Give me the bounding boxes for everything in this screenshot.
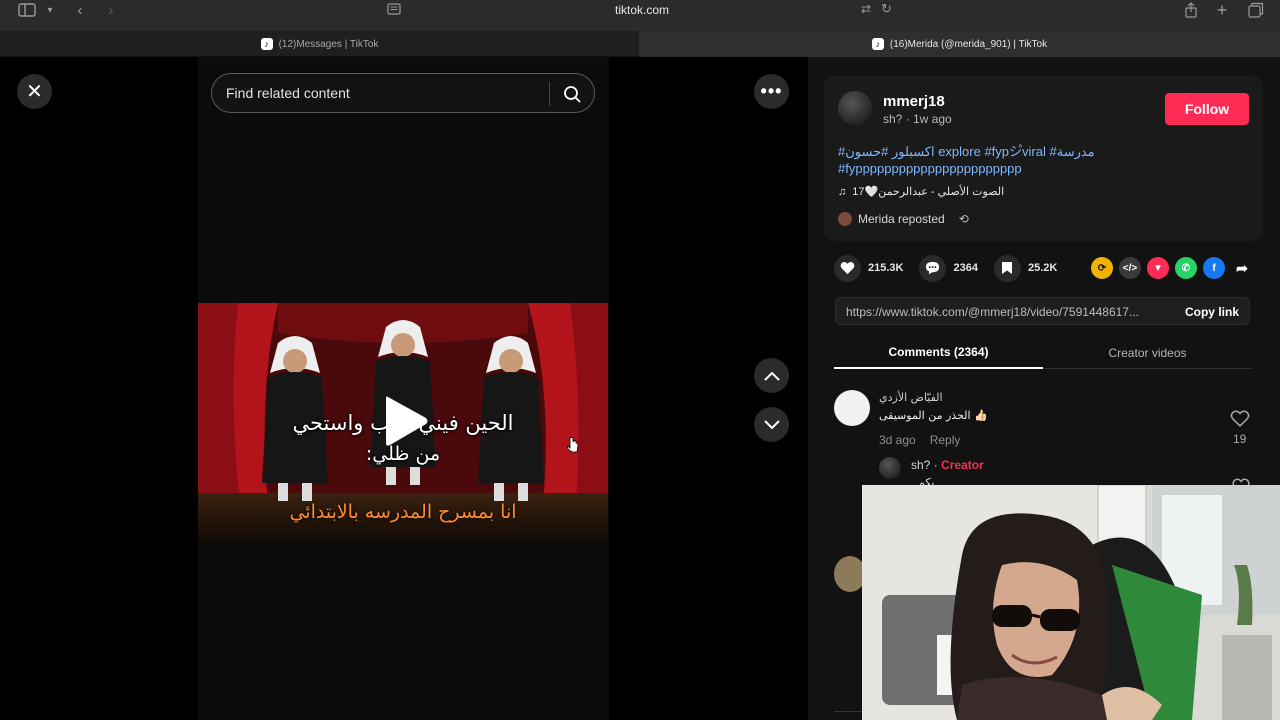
follow-button[interactable]: Follow: [1165, 93, 1249, 125]
save-button[interactable]: 25.2K: [993, 254, 1058, 282]
comment-icon: [919, 254, 947, 282]
repost-info: Merida reposted ⟲: [838, 210, 969, 228]
divider: [834, 711, 864, 712]
video-frame[interactable]: الحين فيني رغب واستحي من ظلي: انا بمسرح …: [198, 303, 608, 541]
repost-label: Merida reposted: [858, 212, 945, 226]
tab-messages[interactable]: ♪ (12)Messages | TikTok: [0, 31, 639, 57]
like-button[interactable]: 215.3K: [834, 254, 904, 282]
webcam-overlay: [862, 485, 1280, 720]
author-subtitle: sh? · 1w ago: [883, 112, 952, 126]
avatar[interactable]: [834, 390, 870, 426]
tab-title: (16)Merida (@merida_901) | TikTok: [889, 38, 1048, 50]
comment-author[interactable]: الفيّاض الأزدي: [879, 391, 943, 404]
tiktok-icon: ♪: [871, 38, 884, 50]
mouse-cursor-icon: [567, 437, 579, 453]
share-icon[interactable]: [1181, 0, 1201, 20]
comment-count: 2364: [953, 262, 978, 274]
chevron-down-icon[interactable]: ▾: [42, 0, 58, 20]
send-icon[interactable]: ▼: [1147, 257, 1169, 279]
video-link[interactable]: https://www.tiktok.com/@mmerj18/video/75…: [846, 305, 1164, 319]
facebook-icon[interactable]: f: [1203, 257, 1225, 279]
url-text: tiktok.com: [614, 3, 669, 17]
save-count: 25.2K: [1027, 262, 1058, 274]
copy-link-button[interactable]: Copy link: [1173, 298, 1251, 326]
tab-comments[interactable]: Comments (2364): [834, 337, 1043, 369]
repost-share-icon[interactable]: ⟳: [1091, 257, 1113, 279]
forward-icon[interactable]: ›: [101, 0, 121, 20]
browser-toolbar: ▾ ‹ › tiktok.com ⇄ ↻ +: [0, 0, 1280, 31]
translate-icon[interactable]: ⇄: [861, 2, 871, 16]
comment-text: الحذر من الموسيقى 👍🏻: [879, 409, 988, 422]
share-options: ⟳ </> ▼ ✆ f ➦: [1091, 257, 1253, 279]
reader-icon[interactable]: [387, 3, 401, 18]
creator-badge: Creator: [941, 458, 984, 472]
video-caption-bottom: انا بمسرح المدرسه بالابتدائي: [289, 501, 517, 523]
tab-merida[interactable]: ♪ (16)Merida (@merida_901) | TikTok: [639, 31, 1280, 57]
author-username[interactable]: mmerj18: [883, 93, 945, 110]
more-options-button[interactable]: •••: [754, 74, 789, 109]
search-divider: [549, 82, 550, 106]
close-button[interactable]: ✕: [17, 74, 52, 109]
tab-creator-videos[interactable]: Creator videos: [1043, 337, 1252, 369]
avatar[interactable]: [879, 457, 901, 479]
repost-icon: ⟲: [958, 212, 969, 226]
embed-icon[interactable]: </>: [1119, 257, 1141, 279]
search-icon[interactable]: [561, 83, 583, 105]
tiktok-icon: ♪: [260, 38, 273, 50]
tab-bar: ♪ (12)Messages | TikTok ♪ (16)Merida (@m…: [0, 31, 1280, 57]
chevron-up-icon: [763, 371, 780, 381]
whatsapp-icon[interactable]: ✆: [1175, 257, 1197, 279]
music-note-icon: ♫: [838, 185, 847, 198]
tab-overview-icon[interactable]: [1246, 0, 1266, 20]
engagement-bar: 215.3K 2364 25.2K: [834, 254, 1073, 282]
comment-button[interactable]: 2364: [919, 254, 978, 282]
video-link-field[interactable]: https://www.tiktok.com/@mmerj18/video/75…: [835, 297, 1250, 325]
next-video-button[interactable]: [754, 407, 789, 442]
back-icon[interactable]: ‹: [70, 0, 90, 20]
avatar: [838, 212, 852, 226]
chevron-down-icon: [763, 419, 780, 429]
comment-time: 3d ago: [879, 433, 916, 447]
sidebar-toggle-icon[interactable]: [16, 0, 38, 20]
webcam-image: [862, 485, 1280, 720]
previous-video-button[interactable]: [754, 358, 789, 393]
like-count: 215.3K: [868, 262, 904, 274]
forward-share-icon[interactable]: ➦: [1231, 257, 1253, 279]
heart-icon: [834, 254, 861, 282]
search-placeholder: Find related content: [226, 85, 350, 101]
music-link[interactable]: ♫ الصوت الأصلي - عبدالرحمن🤍17: [838, 185, 1005, 199]
reply-author[interactable]: sh?: [911, 458, 930, 472]
avatar[interactable]: [838, 91, 872, 125]
new-tab-icon[interactable]: +: [1212, 0, 1232, 20]
comment-meta: 3d ago Reply: [879, 433, 960, 447]
bookmark-icon: [993, 254, 1021, 282]
tab-title: (12)Messages | TikTok: [278, 38, 379, 50]
hashtags-line[interactable]: #اكسبلور #حسون explore #fypシ゚viral #مدرس…: [838, 141, 1095, 160]
reply-button[interactable]: Reply: [930, 433, 961, 447]
reload-icon[interactable]: ↻: [881, 1, 892, 17]
comment-like-count: 19: [1233, 432, 1247, 446]
more-icon: •••: [760, 81, 783, 101]
heart-icon[interactable]: [1230, 410, 1250, 428]
music-title: الصوت الأصلي - عبدالرحمن🤍17: [852, 186, 1005, 198]
address-bar[interactable]: tiktok.com ⇄ ↻: [383, 0, 901, 20]
play-icon[interactable]: [382, 393, 430, 449]
close-icon: ✕: [26, 81, 43, 103]
reply-separator: ·: [930, 458, 942, 472]
reply-author-line: sh? · Creator: [911, 458, 984, 472]
hashtags-line[interactable]: #fyppppppppppppppppppppppp: [838, 161, 1022, 176]
search-input[interactable]: Find related content: [211, 73, 595, 113]
